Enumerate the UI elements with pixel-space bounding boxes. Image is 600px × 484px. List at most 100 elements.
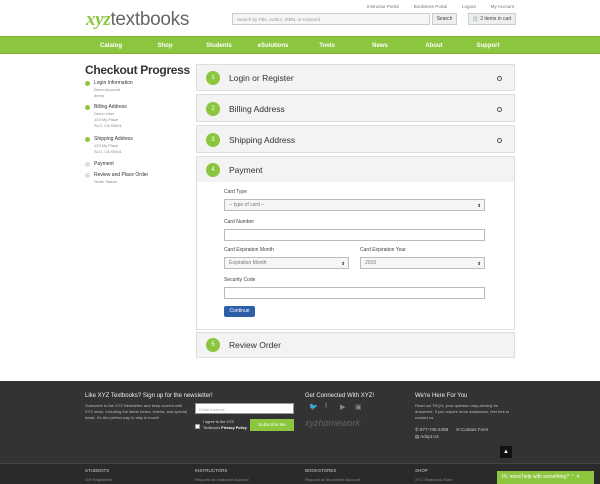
step-pending-icon [85, 162, 90, 167]
facebook-icon[interactable]: f [325, 403, 327, 410]
instructor-portal-link[interactable]: Instructor Portal [367, 4, 399, 9]
chat-widget[interactable]: Hi, need help with something? ⌃ ✕ [497, 471, 594, 484]
contact-form-label: Contact Form [461, 427, 489, 432]
site-logo[interactable]: xyztextbooks [86, 10, 189, 30]
footer-col-bookstores-link[interactable]: Request an Bookstore Account [305, 477, 360, 482]
nav-news[interactable]: News [372, 37, 388, 55]
step-detail: SLO, CA 93401 [94, 149, 122, 154]
nav-catalog[interactable]: Catalog [100, 37, 122, 55]
panel-title: Review Order [229, 340, 281, 350]
card-type-select[interactable]: -- type of card -- ⬍ [224, 199, 485, 211]
footer-col-instructors-link[interactable]: Request an Instructor Account [195, 477, 249, 482]
footer-col-shop-link[interactable]: XYZ Textbooks Store [415, 477, 453, 482]
panel-billing[interactable]: 2 Billing Address [196, 94, 515, 122]
step-label: Login Information [94, 80, 133, 86]
phone-icon: ✆ [415, 427, 419, 432]
panel-payment[interactable]: 4 Payment [196, 156, 515, 183]
step-label: Billing Address [94, 104, 127, 110]
footer-col-students-link[interactable]: Get Registered [85, 477, 112, 482]
footer-col-instructors-title: INSTRUCTORS [195, 468, 228, 473]
nav-support[interactable]: Support [477, 37, 500, 55]
chat-label: Hi, need help with something? [502, 474, 569, 480]
step-number-badge: 4 [206, 163, 220, 177]
step-detail: 123 My Place [94, 117, 119, 122]
step-complete-icon [85, 81, 90, 86]
help-text: Read our FAQ's, your question may alread… [415, 403, 510, 420]
cart-button[interactable]: 🛒 2 items in cart [468, 13, 516, 25]
privacy-policy-link[interactable]: Privacy Policy [221, 426, 247, 430]
cart-label: 2 items in cart [480, 16, 512, 22]
nav-students[interactable]: Students [206, 37, 232, 55]
close-icon: ✕ [575, 474, 581, 480]
youtube-icon[interactable]: ▶ [340, 403, 345, 411]
select-arrows-icon: ⬍ [341, 261, 345, 266]
adopt-us-link[interactable]: ▤ Adopt Us [415, 434, 439, 440]
step-detail: demo [94, 93, 105, 98]
book-icon: ▤ [415, 434, 420, 439]
privacy-agree-checkbox[interactable] [195, 424, 200, 429]
step-complete-icon [85, 105, 90, 110]
security-code-input[interactable] [224, 287, 485, 299]
chevron-up-icon: ⌃ [570, 474, 575, 480]
step-label: Payment [94, 161, 114, 167]
card-type-label: Card Type [224, 189, 247, 195]
step-detail: Demo User [94, 111, 115, 116]
step-number-badge: 2 [206, 102, 220, 116]
step-number-badge: 1 [206, 71, 220, 85]
exp-month-label: Card Expiration Month [224, 247, 274, 253]
nav-tools[interactable]: Tools [319, 37, 335, 55]
step-complete-icon [85, 137, 90, 142]
connect-title: Get Connected With XYZ! [305, 393, 375, 399]
cart-icon: 🛒 [472, 16, 479, 22]
top-header: xyztextbooks Instructor Portal Bookstore… [0, 0, 600, 36]
step-pending-icon [85, 173, 90, 178]
exp-month-select[interactable]: Expiration Month ⬍ [224, 257, 349, 269]
bookstore-portal-link[interactable]: Bookstore Portal [414, 4, 447, 9]
newsletter-title: Like XYZ Textbooks? Sign up for the news… [85, 393, 213, 399]
continue-button[interactable]: Continue [224, 306, 255, 317]
panel-shipping[interactable]: 3 Shipping Address [196, 125, 515, 153]
subscribe-button[interactable]: Subscribe Me [250, 419, 294, 431]
logout-link[interactable]: Logout [462, 4, 476, 9]
panel-review[interactable]: 5 Review Order [196, 332, 515, 358]
exp-month-value: Expiration Month [229, 260, 267, 266]
panel-login[interactable]: 1 Login or Register [196, 64, 515, 91]
exp-year-value: 2015 [365, 260, 377, 266]
select-arrows-icon: ⬍ [477, 261, 481, 266]
vimeo-icon[interactable]: ▣ [355, 403, 362, 411]
chevron-up-icon: ▲ [503, 449, 509, 455]
step-detail: Demo Account [94, 87, 121, 92]
checkout-progress-title: Checkout Progress [85, 63, 190, 77]
contact-form-link[interactable]: ✉ Contact Form [456, 427, 488, 433]
exp-year-label: Card Expiration Year [360, 247, 406, 253]
scroll-to-top-button[interactable]: ▲ [500, 446, 512, 458]
footer-col-bookstores-title: BOOKSTORES [305, 468, 337, 473]
help-title: We're Here For You [415, 393, 468, 399]
phone-link[interactable]: ✆ 877-745-3499 [415, 427, 448, 433]
edit-icon[interactable] [497, 107, 502, 112]
nav-esolutions[interactable]: eSolutions [258, 37, 289, 55]
step-number-badge: 5 [206, 338, 220, 352]
step-label: Review and Place Order [94, 172, 149, 178]
edit-icon[interactable] [497, 76, 502, 81]
search-button[interactable]: Search [432, 13, 457, 25]
privacy-agree-text: I agree to the XYZ Textbooks Privacy Pol… [203, 420, 247, 431]
newsletter-email-input[interactable]: Email Address [195, 403, 294, 414]
security-code-label: Security Code [224, 277, 256, 283]
panel-title: Payment [229, 165, 263, 175]
edit-icon[interactable] [497, 138, 502, 143]
nav-about[interactable]: About [425, 37, 442, 55]
search-input[interactable]: Search by Title, Author, ISBN, or Keywor… [232, 13, 430, 25]
panel-title: Billing Address [229, 104, 285, 114]
exp-year-select[interactable]: 2015 ⬍ [360, 257, 485, 269]
card-type-value: -- type of card -- [229, 202, 265, 208]
envelope-icon: ✉ [456, 427, 460, 432]
card-number-input[interactable] [224, 229, 485, 241]
panel-title: Login or Register [229, 73, 294, 83]
my-account-link[interactable]: My Account [491, 4, 514, 9]
step-detail: SLO, CA 93401 [94, 123, 122, 128]
nav-shop[interactable]: Shop [158, 37, 173, 55]
xyzhomework-logo[interactable]: xyzhomework [305, 418, 360, 428]
step-number-badge: 3 [206, 133, 220, 147]
twitter-icon[interactable]: 🐦 [309, 403, 318, 411]
